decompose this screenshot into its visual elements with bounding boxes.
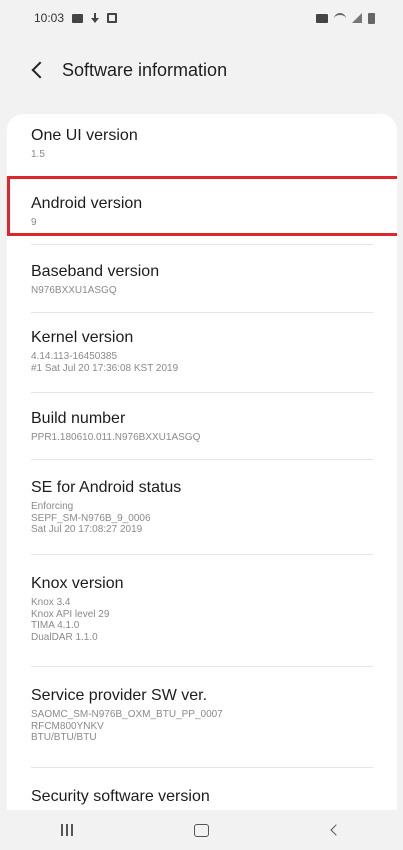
item-title: Kernel version: [31, 329, 134, 346]
divider: [31, 767, 373, 768]
list-item-kernel-version[interactable]: Kernel version 4.14.113-16450385 #1 Sat …: [7, 328, 397, 374]
divider: [31, 459, 373, 460]
list-item-knox-version[interactable]: Knox version Knox 3.4 Knox API level 29 …: [7, 574, 397, 643]
item-title: Service provider SW ver.: [31, 687, 208, 704]
list-item-security-software-version[interactable]: Security software version: [7, 787, 397, 807]
item-value: 9: [31, 217, 37, 228]
download-icon: [91, 13, 100, 23]
list-item-one-ui-version[interactable]: One UI version 1.5: [7, 126, 397, 161]
back-nav-button[interactable]: [306, 812, 366, 848]
signal-icon: [352, 13, 362, 23]
divider: [31, 176, 373, 177]
item-title: SE for Android status: [31, 479, 182, 496]
item-value: SAOMC_SM-N976B_OXM_BTU_PP_0007 RFCM800YN…: [31, 709, 223, 743]
home-icon: [193, 823, 209, 837]
item-title: Knox version: [31, 575, 124, 592]
home-button[interactable]: [171, 812, 231, 848]
wifi-icon: [334, 12, 346, 24]
battery-icon: [368, 12, 375, 24]
status-bar: 10:03: [0, 0, 403, 36]
page-title: Software information: [62, 59, 228, 80]
screen: 10:03 Software information One UI versio…: [0, 0, 403, 850]
item-value: PPR1.180610.011.N976BXXU1ASGQ: [31, 432, 201, 443]
list-item-baseband-version[interactable]: Baseband version N976BXXU1ASGQ: [7, 262, 397, 297]
item-value: N976BXXU1ASGQ: [31, 285, 117, 296]
recents-button[interactable]: [37, 812, 97, 848]
frame-icon: [107, 13, 118, 23]
divider: [31, 244, 373, 245]
status-left: 10:03: [34, 11, 118, 25]
item-value: Knox 3.4 Knox API level 29 TIMA 4.1.0 Du…: [31, 597, 110, 643]
status-time: 10:03: [34, 11, 65, 25]
divider: [31, 392, 373, 393]
gallery-icon: [72, 13, 84, 23]
item-title: Baseband version: [31, 263, 160, 280]
back-chevron-icon: [31, 61, 49, 79]
divider: [31, 554, 373, 555]
mute-icon: [316, 13, 328, 23]
item-title: One UI version: [31, 127, 138, 144]
divider: [31, 312, 373, 313]
item-value: Enforcing SEPF_SM-N976B_9_0006 Sat Jul 2…: [31, 501, 151, 535]
item-value: 1.5: [31, 149, 45, 160]
list-item-service-provider-sw-ver[interactable]: Service provider SW ver. SAOMC_SM-N976B_…: [7, 686, 397, 744]
navigation-bar: [0, 810, 403, 850]
item-title: Build number: [31, 410, 126, 427]
status-right: [316, 12, 375, 24]
item-title: Security software version: [31, 788, 210, 805]
item-value: 4.14.113-16450385 #1 Sat Jul 20 17:36:08…: [31, 351, 179, 374]
recents-icon: [61, 824, 74, 836]
item-title: Android version: [31, 195, 143, 212]
back-icon: [330, 824, 342, 836]
settings-list: One UI version 1.5 Android version 9 Bas…: [7, 114, 397, 834]
list-item-build-number[interactable]: Build number PPR1.180610.011.N976BXXU1AS…: [7, 409, 397, 444]
list-item-se-for-android-status[interactable]: SE for Android status Enforcing SEPF_SM-…: [7, 478, 397, 536]
back-button[interactable]: [20, 50, 60, 90]
app-bar: Software information: [0, 48, 403, 92]
list-item-android-version[interactable]: Android version 9: [7, 194, 397, 229]
divider: [31, 666, 373, 667]
